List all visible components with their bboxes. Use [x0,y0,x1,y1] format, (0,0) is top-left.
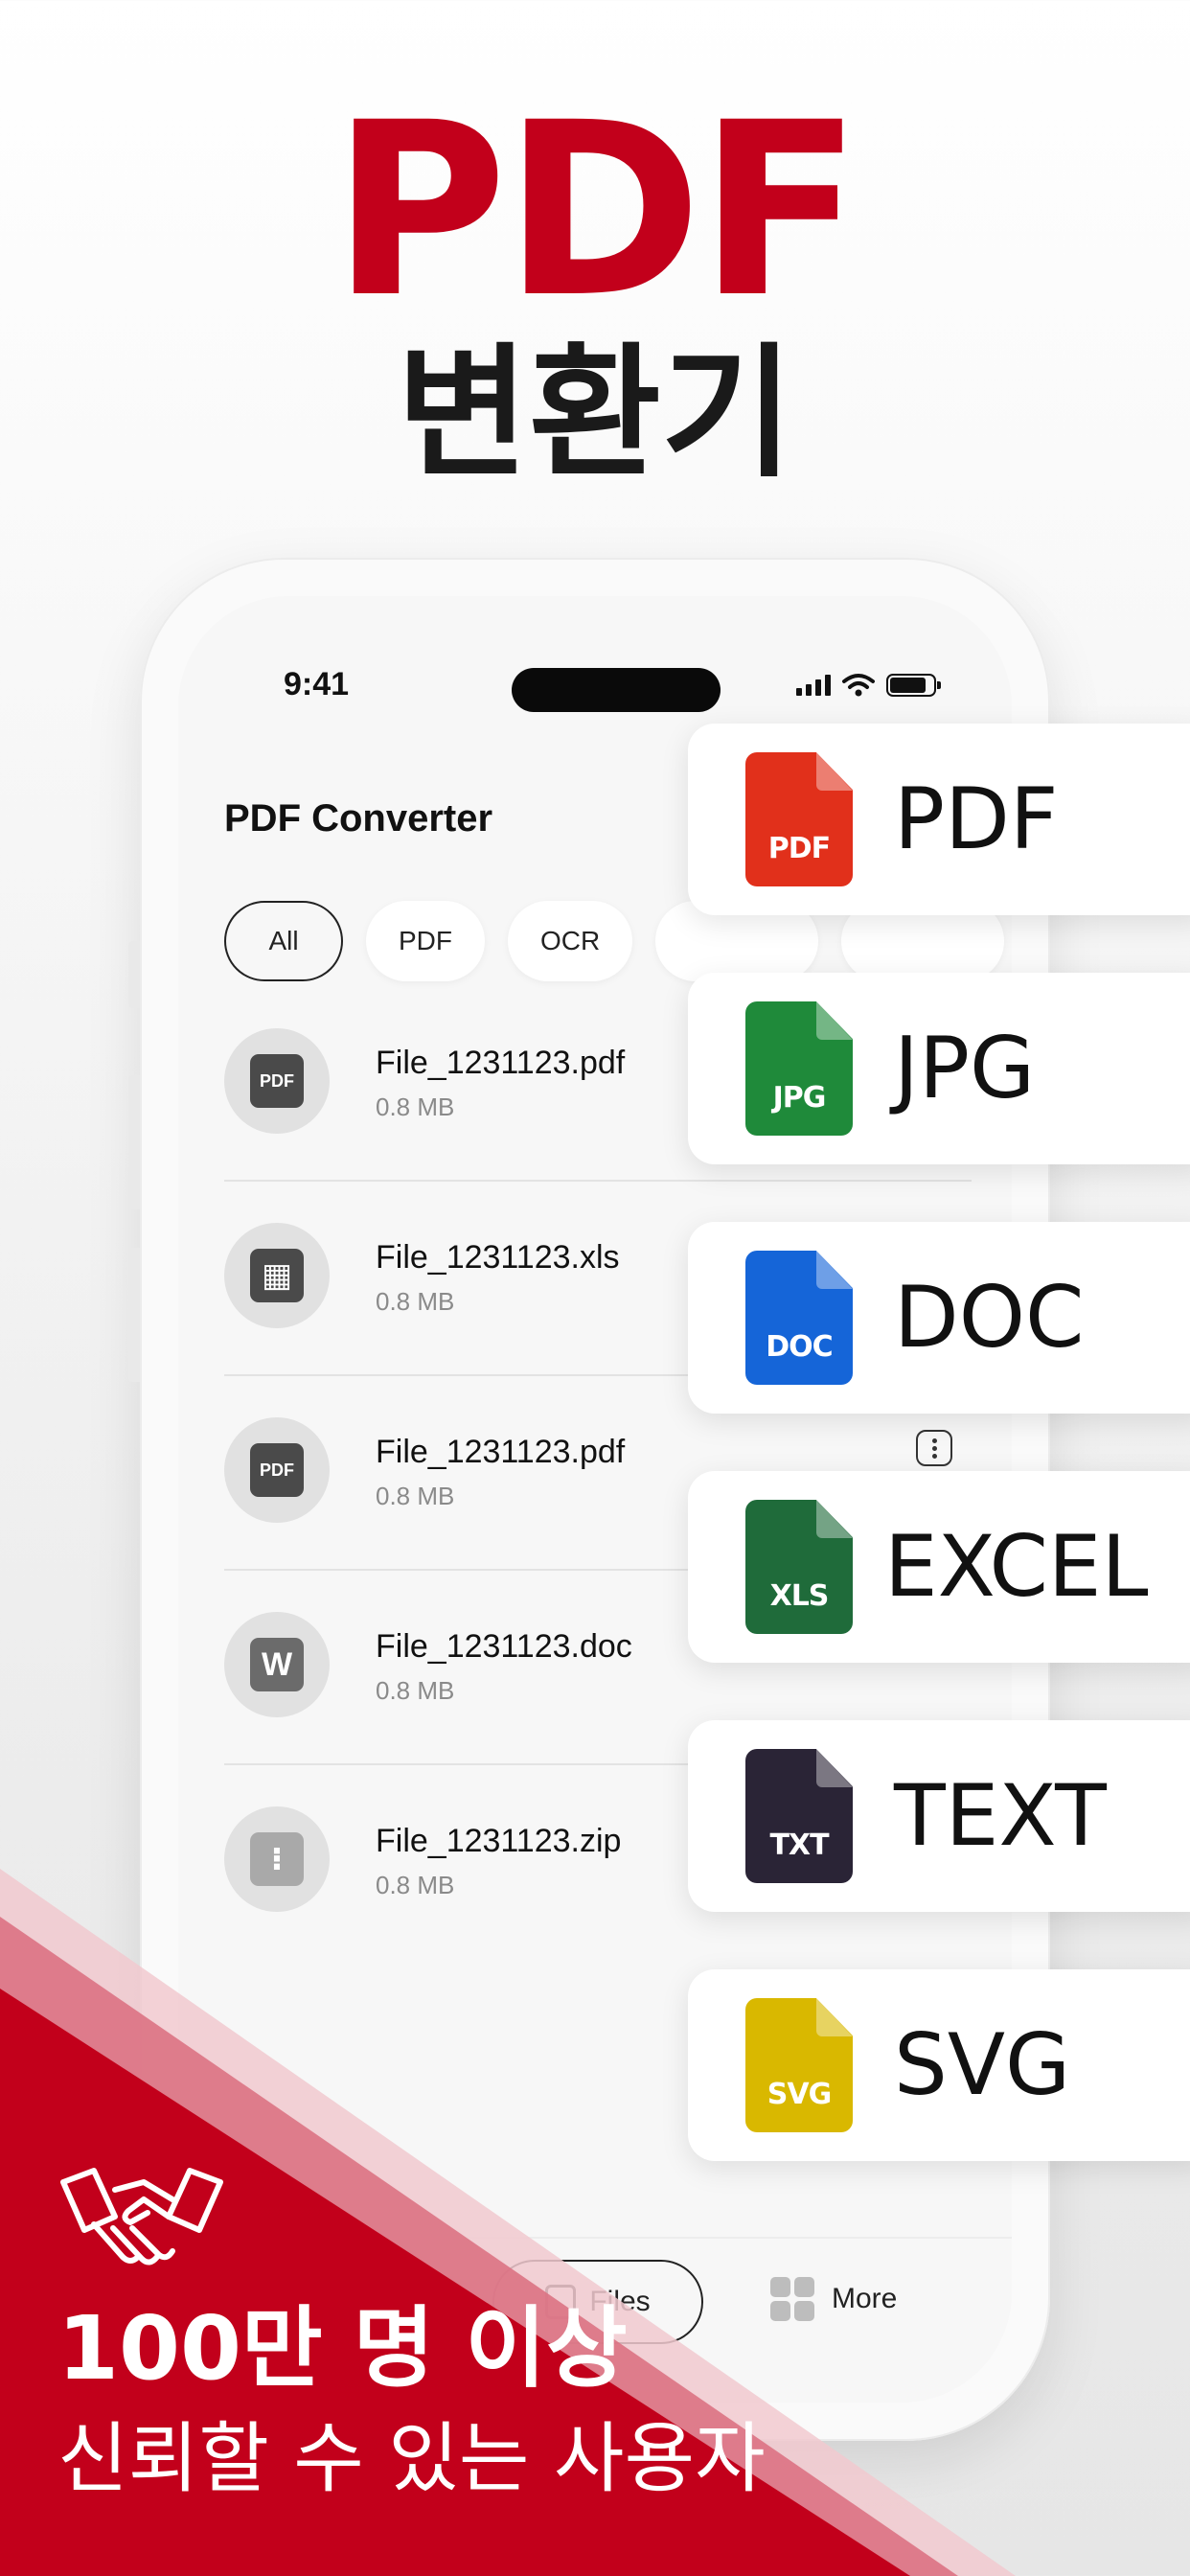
xls-file-icon: XLS [745,1500,853,1634]
battery-icon [886,674,941,697]
wifi-icon [842,674,875,697]
doc-file-icon: DOC [745,1251,853,1385]
txt-file-icon: TXT [745,1749,853,1883]
nav-more-button[interactable]: More [770,2277,897,2321]
trust-subline: 신뢰할 수 있는 사용자 [57,2414,766,2503]
file-size: 0.8 MB [376,1482,455,1510]
pdf-file-icon: PDF [745,752,853,886]
format-card-jpg: JPG JPG [688,973,1190,1164]
format-label: JPG [894,1019,1036,1117]
format-label: TEXT [894,1766,1107,1865]
format-card-excel: XLS EXCEL [688,1471,1190,1663]
format-label: DOC [894,1268,1085,1367]
word-icon: W [224,1612,330,1717]
file-size: 0.8 MB [376,1287,455,1316]
jpg-file-icon: JPG [745,1001,853,1136]
format-label: SVG [894,2015,1071,2114]
trust-headline: 100만 명 이상 [57,2297,628,2400]
format-card-doc: DOC DOC [688,1222,1190,1414]
pdf-icon: PDF [224,1417,330,1523]
headline-subtitle: 변환기 [396,331,793,497]
signal-icon [796,675,831,696]
file-size: 0.8 MB [376,1871,455,1899]
file-name: File_1231123.xls [376,1239,620,1276]
phone-side-button [128,1075,140,1209]
app-title: PDF Converter [224,797,493,840]
format-card-text: TXT TEXT [688,1720,1190,1912]
grid-icon [770,2277,814,2321]
chip-all[interactable]: All [224,901,343,981]
status-time: 9:41 [284,666,350,702]
file-size: 0.8 MB [376,1092,455,1121]
status-icons [796,673,941,698]
spreadsheet-icon: ▦ [224,1223,330,1328]
dynamic-island [512,668,721,712]
file-name: File_1231123.doc [376,1628,632,1665]
pdf-icon: PDF [224,1028,330,1134]
file-name: File_1231123.pdf [376,1434,626,1470]
file-name: File_1231123.zip [376,1823,622,1859]
format-label: PDF [894,770,1059,868]
headline: PDF 변환기 [0,71,1190,497]
headline-title: PDF [332,71,862,350]
nav-more-label: More [832,2283,898,2314]
phone-side-button [128,1248,140,1382]
zip-icon: ⁝ [224,1806,330,1912]
chip-ocr[interactable]: OCR [508,901,633,981]
more-options-icon[interactable] [916,1430,952,1466]
file-name: File_1231123.pdf [376,1045,626,1081]
chip-pdf[interactable]: PDF [366,901,485,981]
format-card-svg: SVG SVG [688,1969,1190,2161]
svg-file-icon: SVG [745,1998,853,2132]
phone-side-button [128,941,140,1008]
handshake-icon [60,2168,223,2266]
file-size: 0.8 MB [376,1676,455,1705]
format-card-pdf: PDF PDF [688,724,1190,915]
format-label: EXCEL [884,1517,1149,1616]
